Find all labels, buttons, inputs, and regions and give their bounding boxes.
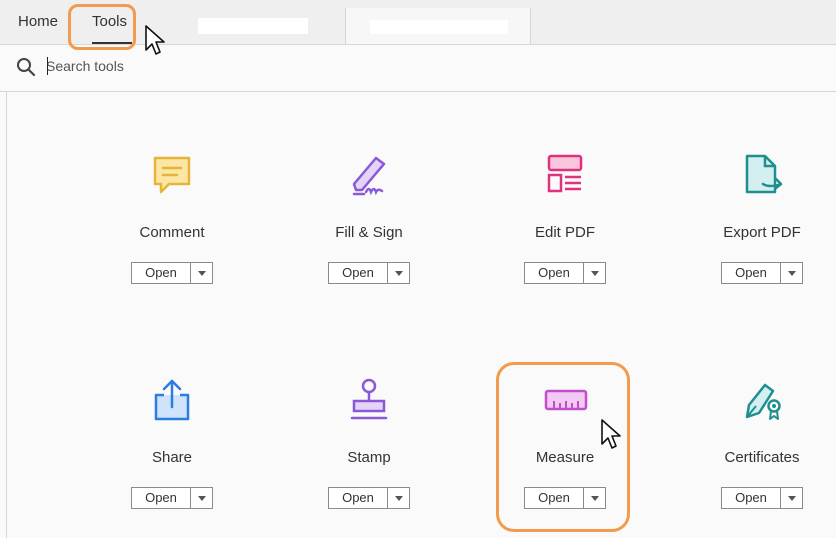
tool-label: Share — [151, 449, 193, 466]
tool-card-export-pdf: Export PDF Open — [682, 150, 836, 290]
search-icon — [17, 58, 36, 77]
tool-card-certificates: Certificates Open — [682, 375, 836, 515]
tool-card-share: Share Open — [92, 375, 252, 515]
panel-divider — [6, 92, 7, 538]
share-icon — [154, 379, 190, 421]
tool-card-fill-sign: Fill & Sign Open — [289, 150, 449, 290]
chevron-down-icon — [394, 495, 403, 501]
open-button-group: Open — [524, 262, 606, 284]
open-button-group: Open — [721, 487, 803, 509]
export-pdf-icon — [745, 154, 783, 194]
certificate-pen-icon — [745, 383, 781, 420]
tool-label: Export PDF — [723, 224, 801, 241]
redacted-tab-title — [370, 20, 508, 34]
tab-tools[interactable]: Tools — [92, 0, 127, 44]
open-button-group: Open — [328, 262, 410, 284]
open-button[interactable]: Open — [132, 263, 191, 283]
open-dropdown-button[interactable] — [781, 488, 802, 508]
chevron-down-icon — [394, 270, 403, 276]
search-bar — [0, 45, 836, 92]
active-tab-indicator — [92, 42, 132, 44]
tool-card-edit-pdf: Edit PDF Open — [485, 150, 645, 290]
open-button[interactable]: Open — [525, 488, 584, 508]
edit-pdf-icon — [547, 154, 583, 193]
tool-card-stamp: Stamp Open — [289, 375, 449, 515]
tab-document-1[interactable] — [180, 8, 346, 44]
search-input[interactable] — [46, 55, 346, 77]
open-dropdown-button[interactable] — [584, 488, 605, 508]
tool-label: Stamp — [347, 449, 391, 466]
chevron-down-icon — [787, 270, 796, 276]
tool-label: Edit PDF — [534, 224, 595, 241]
open-button-group: Open — [524, 487, 606, 509]
open-dropdown-button[interactable] — [191, 263, 212, 283]
open-button[interactable]: Open — [722, 263, 781, 283]
open-button-group: Open — [131, 262, 213, 284]
tool-label: Measure — [535, 449, 595, 466]
text-caret — [47, 57, 48, 75]
tool-label: Certificates — [724, 449, 800, 466]
open-button[interactable]: Open — [525, 263, 584, 283]
open-button-group: Open — [721, 262, 803, 284]
open-button[interactable]: Open — [132, 488, 191, 508]
tool-card-comment: Comment Open — [92, 150, 252, 290]
tab-bar: Home Tools — [0, 0, 836, 45]
stamp-icon — [350, 378, 388, 420]
tab-document-2[interactable] — [346, 8, 531, 44]
tool-card-measure: Measure Open — [485, 375, 645, 515]
tool-label: Fill & Sign — [335, 224, 403, 241]
tab-home[interactable]: Home — [18, 0, 58, 44]
fill-sign-icon — [352, 156, 386, 196]
open-dropdown-button[interactable] — [781, 263, 802, 283]
comment-icon — [153, 156, 191, 194]
chevron-down-icon — [197, 270, 206, 276]
open-button[interactable]: Open — [329, 488, 388, 508]
open-button[interactable]: Open — [329, 263, 388, 283]
open-dropdown-button[interactable] — [584, 263, 605, 283]
chevron-down-icon — [197, 495, 206, 501]
open-button[interactable]: Open — [722, 488, 781, 508]
ruler-icon — [544, 389, 588, 411]
tool-label: Comment — [139, 224, 205, 241]
open-dropdown-button[interactable] — [388, 488, 409, 508]
chevron-down-icon — [787, 495, 796, 501]
open-dropdown-button[interactable] — [388, 263, 409, 283]
chevron-down-icon — [590, 270, 599, 276]
chevron-down-icon — [590, 495, 599, 501]
open-dropdown-button[interactable] — [191, 488, 212, 508]
redacted-tab-title — [198, 18, 308, 34]
open-button-group: Open — [131, 487, 213, 509]
open-button-group: Open — [328, 487, 410, 509]
